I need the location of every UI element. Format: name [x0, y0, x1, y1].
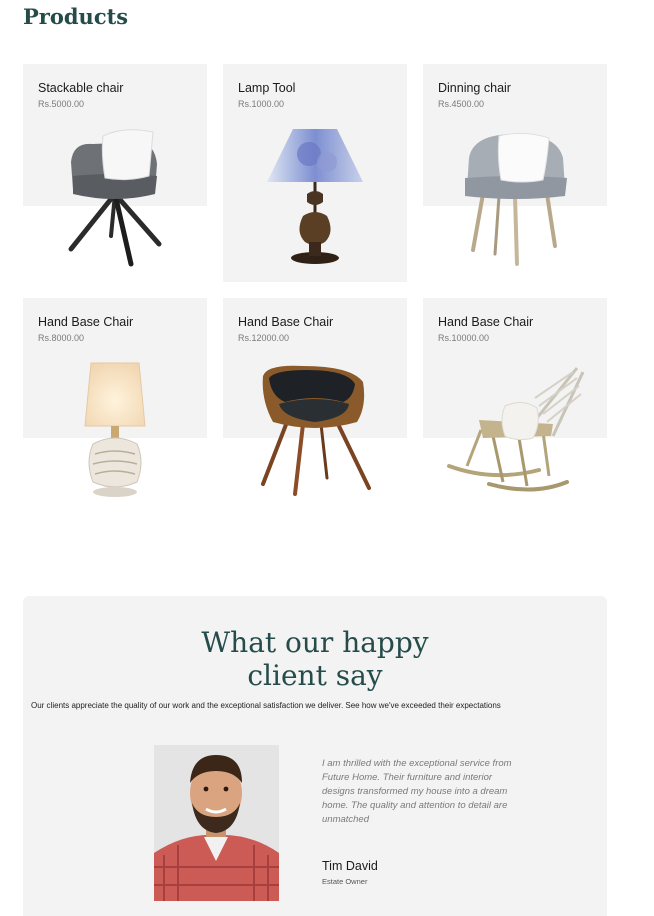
- table-lamp-icon[interactable]: [223, 124, 407, 269]
- section-title: Products: [23, 4, 129, 29]
- testimonial-title-line2: client say: [247, 659, 383, 692]
- product-name[interactable]: Dinning chair: [438, 81, 511, 95]
- product-name[interactable]: Hand Base Chair: [38, 315, 133, 329]
- client-name: Tim David: [322, 859, 378, 873]
- product-card[interactable]: Stackable chair Rs.5000.00: [23, 64, 207, 269]
- client-role: Estate Owner: [322, 877, 368, 886]
- rocking-chair-icon[interactable]: [423, 358, 607, 503]
- product-card[interactable]: Dinning chair Rs.4500.00: [423, 64, 607, 269]
- product-price: Rs.10000.00: [438, 333, 490, 343]
- product-price: Rs.1000.00: [238, 99, 285, 109]
- product-price: Rs.4500.00: [438, 99, 485, 109]
- product-price: Rs.12000.00: [238, 333, 290, 343]
- ceramic-lamp-icon[interactable]: [23, 358, 207, 503]
- product-card[interactable]: Hand Base Chair Rs.10000.00: [423, 298, 607, 503]
- product-card[interactable]: Hand Base Chair Rs.12000.00: [223, 298, 407, 503]
- product-name[interactable]: Hand Base Chair: [238, 315, 333, 329]
- testimonial-title: What our happy client say: [23, 626, 607, 692]
- product-card[interactable]: Lamp Tool Rs.1000.00: [223, 64, 407, 282]
- product-name[interactable]: Stackable chair: [38, 81, 123, 95]
- dining-chair-icon[interactable]: [423, 124, 607, 269]
- testimonial-section: What our happy client say Our clients ap…: [23, 596, 607, 916]
- testimonial-title-line1: What our happy: [201, 626, 429, 659]
- product-price: Rs.8000.00: [38, 333, 85, 343]
- product-name[interactable]: Hand Base Chair: [438, 315, 533, 329]
- product-name[interactable]: Lamp Tool: [238, 81, 295, 95]
- leather-chair-icon[interactable]: [223, 358, 407, 503]
- client-photo: [154, 745, 279, 901]
- testimonial-quote: I am thrilled with the exceptional servi…: [322, 758, 512, 825]
- office-chair-icon[interactable]: [23, 124, 207, 269]
- product-price: Rs.5000.00: [38, 99, 85, 109]
- product-card[interactable]: Hand Base Chair Rs.8000.00: [23, 298, 207, 503]
- testimonial-subtitle: Our clients appreciate the quality of ou…: [31, 701, 501, 710]
